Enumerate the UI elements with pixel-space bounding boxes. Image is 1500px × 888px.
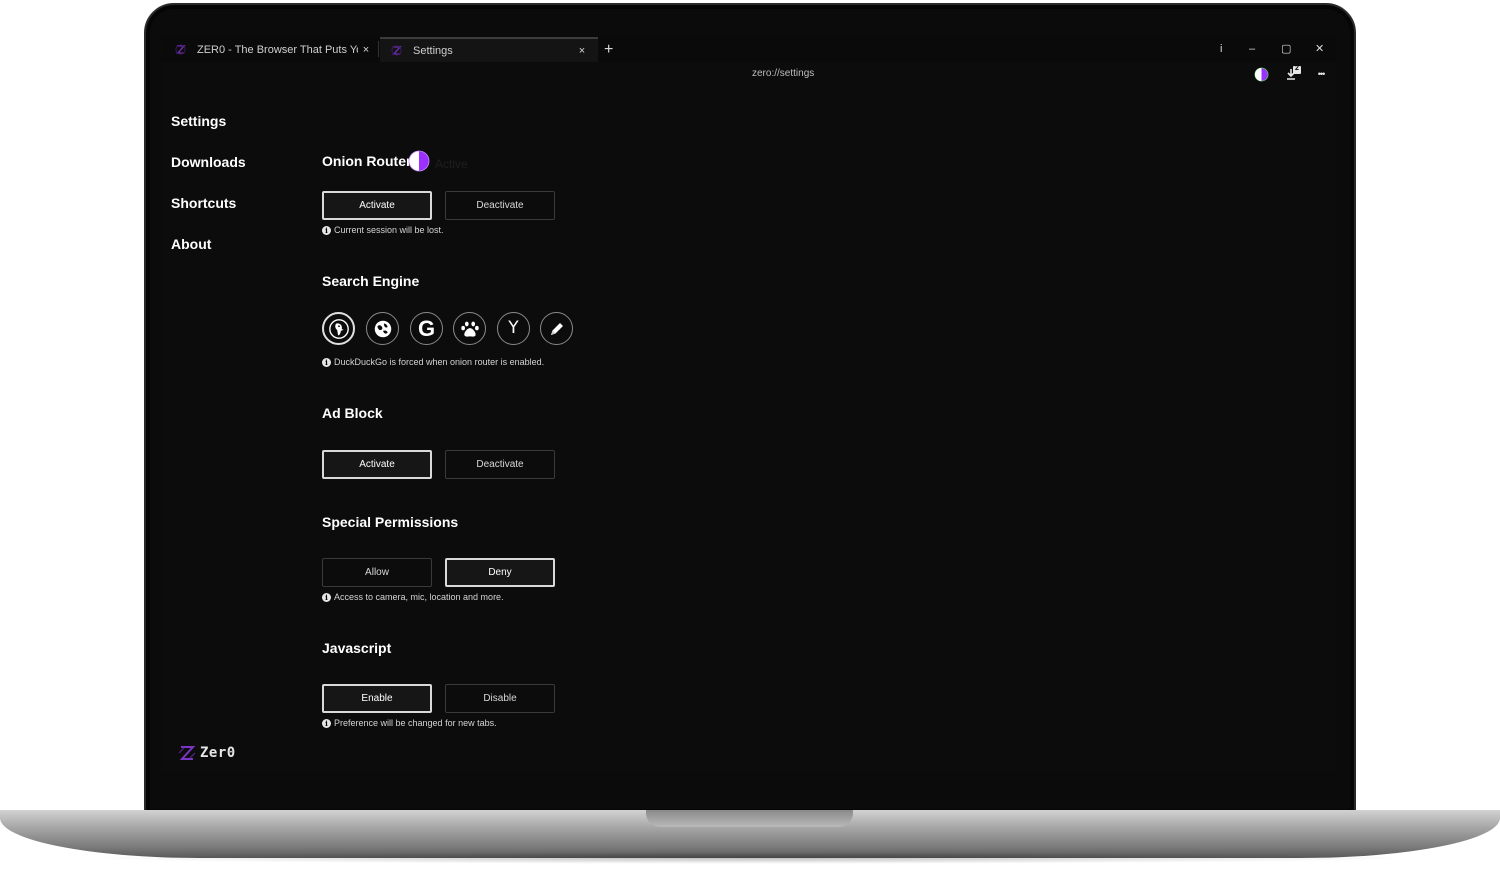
note-text: Current session will be lost. — [334, 225, 444, 235]
duckduckgo-icon[interactable] — [322, 312, 355, 345]
javascript-disable-button[interactable]: Disable — [445, 684, 555, 713]
sidebar-item-settings[interactable]: Settings — [171, 113, 226, 129]
javascript-note: i Preference will be changed for new tab… — [322, 718, 497, 728]
sidebar-item-downloads[interactable]: Downloads — [171, 154, 246, 170]
tab-title: Settings — [413, 44, 453, 57]
google-icon[interactable]: G — [410, 312, 443, 345]
adblock-activate-button[interactable]: Activate — [322, 450, 432, 479]
zero-logo-icon — [174, 44, 186, 56]
info-icon: i — [322, 718, 331, 728]
tab-title: ZER0 - The Browser That Puts You F — [197, 43, 358, 56]
laptop-notch — [646, 810, 853, 827]
onion-status-label: Active — [435, 157, 468, 171]
menu-button[interactable]: ••• — [1313, 66, 1329, 82]
laptop-shadow — [80, 852, 1420, 864]
search-note: i DuckDuckGo is forced when onion router… — [322, 357, 544, 367]
onion-activate-button[interactable]: Activate — [322, 191, 432, 220]
info-icon: i — [322, 225, 331, 235]
info-icon: i — [322, 592, 331, 602]
maximize-button[interactable]: ▢ — [1281, 42, 1291, 56]
onion-deactivate-button[interactable]: Deactivate — [445, 191, 555, 220]
note-text: Access to camera, mic, location and more… — [334, 592, 504, 602]
yandex-icon[interactable]: Y — [497, 312, 530, 345]
custom-search-icon[interactable] — [540, 312, 573, 345]
special-permissions-heading: Special Permissions — [322, 514, 459, 530]
javascript-enable-button[interactable]: Enable — [322, 684, 432, 713]
baidu-icon[interactable] — [453, 312, 486, 345]
brand-name: Zer0 — [200, 745, 236, 761]
permissions-note: i Access to camera, mic, location and mo… — [322, 592, 504, 602]
brand-logo: Zer0 — [178, 745, 236, 761]
sidebar-item-shortcuts[interactable]: Shortcuts — [171, 195, 236, 211]
tab-divider — [378, 41, 379, 57]
onion-note: i Current session will be lost. — [322, 225, 444, 235]
onion-toggle-icon[interactable] — [1253, 66, 1269, 82]
info-button[interactable]: i — [1220, 42, 1222, 56]
adblock-deactivate-button[interactable]: Deactivate — [445, 450, 555, 479]
minimize-button[interactable]: – — [1249, 42, 1255, 56]
address-bar[interactable]: zero://settings — [752, 68, 814, 79]
search-engine-heading: Search Engine — [322, 273, 420, 289]
permissions-deny-button[interactable]: Deny — [445, 558, 555, 587]
zero-logo-icon — [178, 746, 196, 760]
downloads-badge: 2 — [1295, 65, 1299, 72]
onion-router-heading: Onion Router — [322, 153, 412, 169]
ecosia-icon[interactable] — [366, 312, 399, 345]
javascript-heading: Javascript — [322, 640, 392, 656]
tab-zero-home[interactable]: ZER0 - The Browser That Puts You F × — [164, 37, 378, 62]
downloads-icon[interactable]: 2 — [1285, 65, 1301, 82]
yandex-glyph: Y — [508, 318, 519, 338]
note-text: DuckDuckGo is forced when onion router i… — [334, 357, 545, 367]
new-tab-button[interactable]: + — [604, 42, 613, 58]
close-icon[interactable]: × — [358, 44, 374, 56]
browser-window: ZER0 - The Browser That Puts You F × Set… — [162, 36, 1336, 771]
sidebar-item-about[interactable]: About — [171, 236, 211, 252]
tab-settings[interactable]: Settings × — [380, 37, 598, 62]
window-close-button[interactable]: ✕ — [1315, 42, 1324, 56]
permissions-allow-button[interactable]: Allow — [322, 558, 432, 587]
tab-bar: ZER0 - The Browser That Puts You F × Set… — [162, 36, 1336, 62]
zero-logo-icon — [390, 45, 402, 57]
onion-icon — [408, 150, 430, 172]
info-icon: i — [322, 357, 331, 367]
ad-block-heading: Ad Block — [322, 405, 383, 421]
note-text: Preference will be changed for new tabs. — [334, 718, 497, 728]
google-glyph: G — [417, 315, 436, 341]
close-icon[interactable]: × — [574, 45, 590, 57]
